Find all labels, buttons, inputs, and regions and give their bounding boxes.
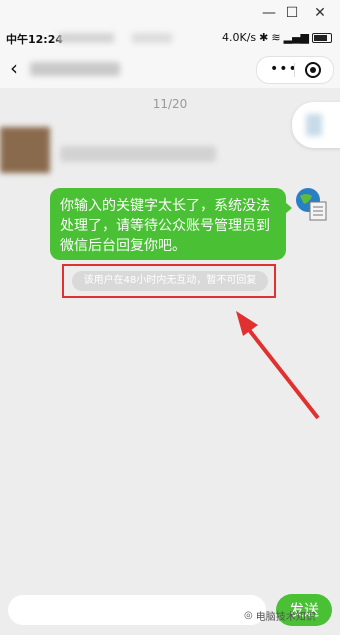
wechat-icon: ◎: [244, 610, 253, 621]
message-input[interactable]: [8, 595, 266, 625]
watermark: ◎ 电脑技术知识: [244, 608, 316, 623]
watermark-text: 电脑技术知识: [255, 612, 316, 623]
annotation-arrow: [236, 311, 320, 420]
